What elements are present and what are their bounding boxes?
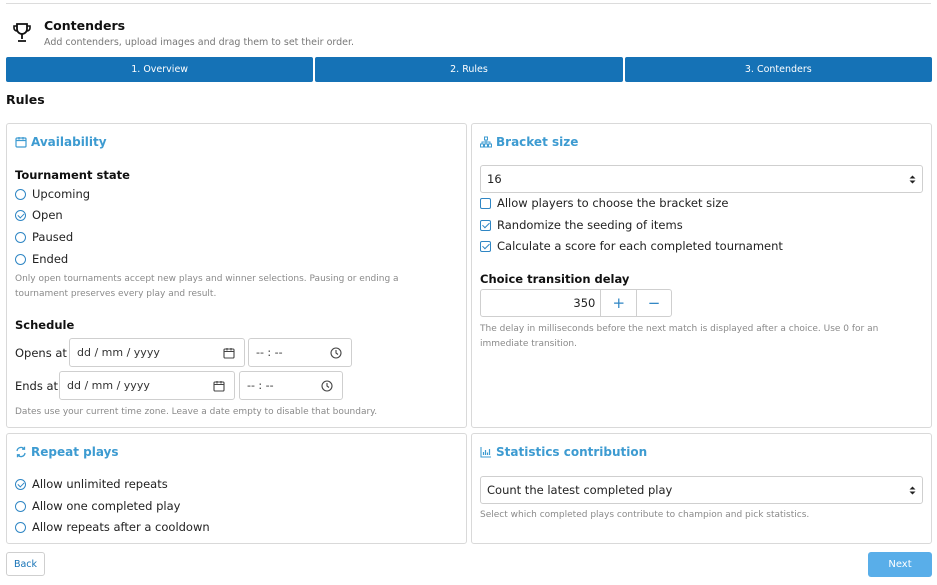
ends-at-label: Ends at: [15, 379, 59, 393]
delay-label: Choice transition delay: [480, 272, 630, 286]
radio-icon[interactable]: [15, 231, 26, 243]
ends-date-input[interactable]: dd / mm / yyyy: [59, 371, 235, 400]
repeat-cooldown[interactable]: Allow repeats after a cooldown: [15, 520, 210, 534]
ends-time-placeholder: -- : --: [247, 379, 274, 392]
bracket-title-text: Bracket size: [496, 135, 579, 149]
allow-choose-size-label: Allow players to choose the bracket size: [497, 196, 729, 210]
repeat-title: Repeat plays: [15, 445, 119, 459]
availability-title: Availability: [15, 135, 107, 149]
repeat-one[interactable]: Allow one completed play: [15, 499, 180, 513]
ends-time-input[interactable]: -- : --: [239, 371, 343, 400]
back-button[interactable]: Back: [6, 552, 45, 576]
radio-checked-icon[interactable]: [15, 478, 26, 490]
select-caret-icon: [909, 486, 916, 495]
statistics-help: Select which completed plays contribute …: [480, 510, 810, 520]
header-title: Contenders: [44, 18, 126, 33]
opens-time-input[interactable]: -- : --: [248, 338, 352, 367]
select-caret-icon: [909, 175, 916, 184]
state-paused-label: Paused: [32, 230, 74, 244]
opens-date-input[interactable]: dd / mm / yyyy: [69, 338, 245, 367]
schedule-help: Dates use your current time zone. Leave …: [15, 407, 378, 417]
schedule-label: Schedule: [15, 318, 75, 332]
repeat-icon: [16, 446, 26, 458]
delay-decrement-button[interactable]: −: [636, 290, 671, 316]
state-help-line-1: Only open tournaments accept new plays a…: [15, 274, 399, 284]
state-paused[interactable]: Paused: [15, 230, 73, 244]
calendar-icon[interactable]: [213, 380, 225, 392]
next-button[interactable]: Next: [868, 552, 932, 577]
opens-date-placeholder: dd / mm / yyyy: [77, 346, 160, 359]
delay-help-line-2: immediate transition.: [480, 339, 577, 349]
ends-date-placeholder: dd / mm / yyyy: [67, 379, 150, 392]
repeat-one-label: Allow one completed play: [32, 499, 181, 513]
calendar-icon: [15, 137, 27, 148]
radio-icon[interactable]: [15, 521, 26, 533]
state-open[interactable]: Open: [15, 208, 63, 222]
state-upcoming[interactable]: Upcoming: [15, 187, 90, 201]
wizard-steps: 1. Overview 2. Rules 3. Contenders: [6, 57, 932, 82]
radio-icon[interactable]: [15, 253, 26, 265]
delay-help-line-1: The delay in milliseconds before the nex…: [480, 324, 879, 334]
calculate-score[interactable]: Calculate a score for each completed tou…: [480, 239, 783, 253]
state-ended-label: Ended: [32, 252, 69, 266]
header-subtitle: Add contenders, upload images and drag t…: [44, 37, 355, 48]
repeat-card: Repeat plays Allow unlimited repeats All…: [6, 433, 467, 544]
randomize-seeding-label: Randomize the seeding of items: [497, 218, 683, 232]
delay-stepper: 350 + −: [480, 289, 672, 317]
repeat-unlimited-label: Allow unlimited repeats: [32, 477, 168, 491]
bracket-title: Bracket size: [480, 135, 578, 149]
step-rules[interactable]: 2. Rules: [315, 57, 623, 82]
section-title: Rules: [6, 92, 45, 107]
clock-icon[interactable]: [321, 380, 333, 392]
opens-time-placeholder: -- : --: [256, 346, 283, 359]
repeat-unlimited[interactable]: Allow unlimited repeats: [15, 477, 168, 491]
calendar-icon[interactable]: [223, 347, 235, 359]
bar-chart-icon: [480, 447, 491, 458]
randomize-seeding[interactable]: Randomize the seeding of items: [480, 218, 683, 232]
radio-icon[interactable]: [15, 188, 26, 200]
checkbox-checked-icon[interactable]: [480, 240, 491, 252]
statistics-value: Count the latest completed play: [487, 483, 673, 497]
allow-choose-size[interactable]: Allow players to choose the bracket size: [480, 196, 728, 210]
page-header: Contenders Add contenders, upload images…: [6, 14, 931, 50]
calculate-score-label: Calculate a score for each completed tou…: [497, 239, 783, 253]
delay-help: The delay in milliseconds before the nex…: [480, 322, 878, 352]
repeat-title-text: Repeat plays: [31, 445, 119, 459]
statistics-select[interactable]: Count the latest completed play: [480, 476, 923, 504]
state-ended[interactable]: Ended: [15, 252, 68, 266]
availability-card: Availability Tournament state Upcoming O…: [6, 123, 467, 428]
opens-at-label: Opens at: [15, 346, 67, 360]
repeat-cooldown-label: Allow repeats after a cooldown: [32, 520, 210, 534]
radio-icon[interactable]: [15, 500, 26, 512]
availability-title-text: Availability: [31, 135, 107, 149]
statistics-title-text: Statistics contribution: [496, 445, 648, 459]
state-help: Only open tournaments accept new plays a…: [15, 272, 399, 302]
statistics-card: Statistics contribution Count the latest…: [471, 433, 932, 544]
checkbox-checked-icon[interactable]: [480, 219, 491, 231]
bracket-size-value: 16: [487, 172, 502, 186]
step-contenders[interactable]: 3. Contenders: [624, 57, 932, 82]
clock-icon[interactable]: [330, 347, 342, 359]
bracket-size-select[interactable]: 16: [480, 165, 923, 193]
radio-checked-icon[interactable]: [15, 209, 26, 221]
tournament-state-label: Tournament state: [15, 168, 130, 182]
state-help-line-2: tournament preserves every play and resu…: [15, 289, 217, 299]
delay-increment-button[interactable]: +: [601, 290, 636, 316]
delay-input[interactable]: 350: [481, 290, 602, 316]
statistics-title: Statistics contribution: [480, 445, 647, 459]
bracket-card: Bracket size 16 Allow players to choose …: [471, 123, 932, 428]
state-open-label: Open: [32, 208, 63, 222]
checkbox-icon[interactable]: [480, 197, 491, 209]
trophy-icon: [13, 23, 31, 42]
sitemap-icon: [480, 136, 492, 148]
step-overview[interactable]: 1. Overview: [6, 57, 314, 82]
top-divider: [6, 3, 931, 4]
state-upcoming-label: Upcoming: [32, 187, 91, 201]
